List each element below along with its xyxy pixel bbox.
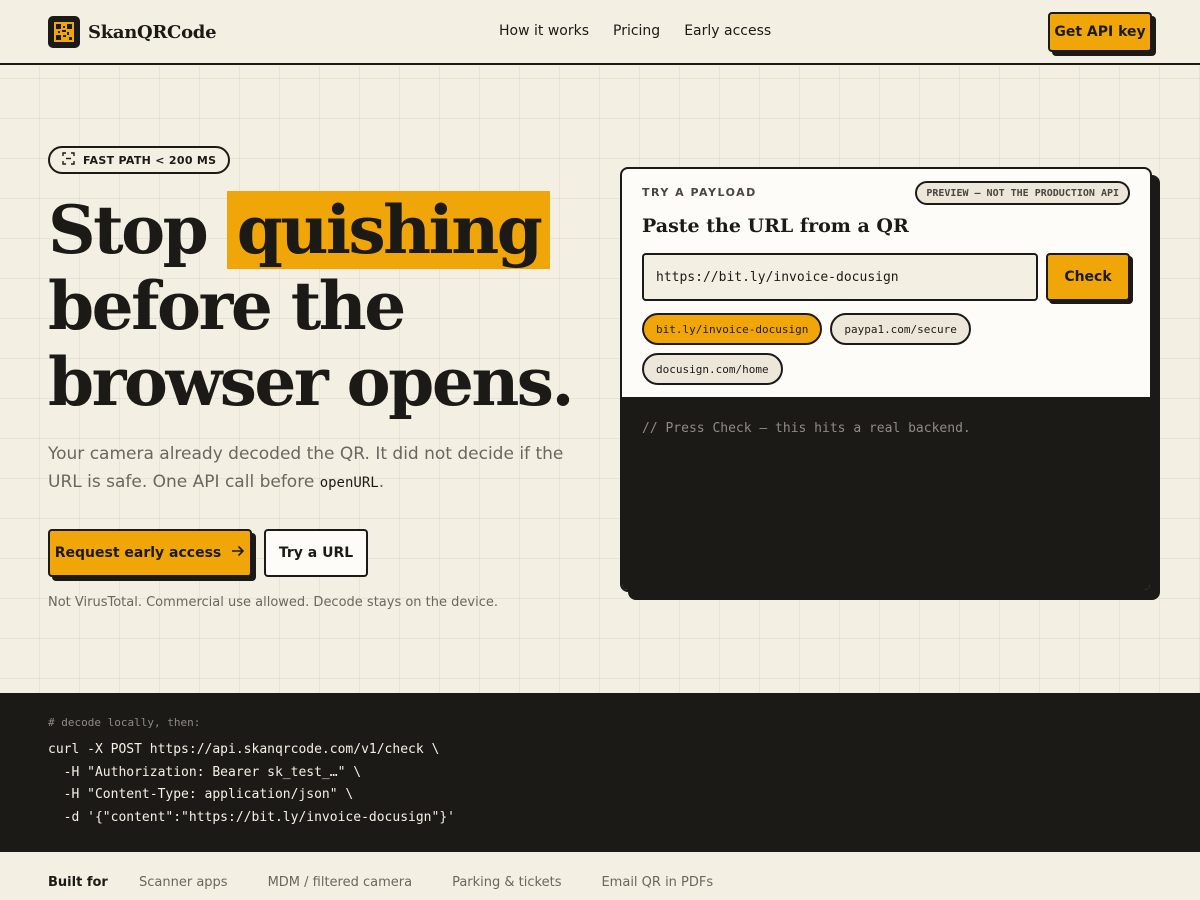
try-payload-panel: TRY A PAYLOAD PREVIEW — NOT THE PRODUCTI… <box>620 167 1152 592</box>
code-line: -d '{"content":"https://bit.ly/invoice-d… <box>48 809 455 825</box>
chip-docusign-home[interactable]: docusign.com/home <box>642 353 783 385</box>
output-comment: // Press Check — this hits a real backen… <box>642 421 971 436</box>
check-button[interactable]: Check <box>1046 253 1130 301</box>
brand[interactable]: SkanQRCode <box>48 16 217 48</box>
lede-end: . <box>378 472 385 492</box>
badge-text: FAST PATH < 200 MS <box>83 153 217 167</box>
lede-code: openURL <box>319 475 379 491</box>
site-header: SkanQRCode How it works Pricing Early ac… <box>0 0 1200 65</box>
panel-label: TRY A PAYLOAD <box>642 186 757 199</box>
built-for-label: Built for <box>48 875 108 890</box>
chip-paypa1-secure[interactable]: paypa1.com/secure <box>830 313 971 345</box>
hero-section: FAST PATH < 200 MS Stop quishing before … <box>0 66 1200 693</box>
hero-footnote: Not VirusTotal. Commercial use allowed. … <box>48 595 498 610</box>
arrow-right-icon <box>231 545 245 561</box>
built-for-item: Scanner apps <box>139 875 228 890</box>
code-line: -H "Authorization: Bearer sk_test_…" \ <box>48 764 362 780</box>
code-line: curl -X POST https://api.skanqrcode.com/… <box>48 742 440 757</box>
brand-name: SkanQRCode <box>88 21 217 43</box>
headline-highlight: quishing <box>226 191 551 269</box>
headline-line-3: browser opens. <box>48 343 574 421</box>
chip-bitly-invoice[interactable]: bit.ly/invoice-docusign <box>642 313 823 345</box>
built-for-item: Email QR in PDFs <box>601 875 714 890</box>
hero-lede: Your camera already decoded the QR. It d… <box>48 440 568 497</box>
get-api-key-button[interactable]: Get API key <box>1048 12 1152 52</box>
example-chips: bit.ly/invoice-docusign paypa1.com/secur… <box>642 313 1002 385</box>
main-nav: How it works Pricing Early access <box>499 23 771 39</box>
headline-line-2: before the <box>48 267 406 345</box>
result-output: // Press Check — this hits a real backen… <box>622 397 1150 590</box>
hero-headline: Stop quishing before the browser opens. <box>48 191 588 421</box>
nav-how-it-works[interactable]: How it works <box>499 23 589 39</box>
curl-example: # decode locally, then: curl -X POST htt… <box>0 693 1200 851</box>
code-comment: # decode locally, then: <box>48 716 201 729</box>
scan-frame-icon <box>62 152 75 168</box>
code-line: -H "Content-Type: application/json" \ <box>48 787 354 802</box>
preview-badge: PREVIEW — NOT THE PRODUCTION API <box>915 181 1130 205</box>
built-for-list: Scanner apps MDM / filtered camera Parki… <box>139 875 713 890</box>
nav-early-access[interactable]: Early access <box>684 23 771 39</box>
nav-pricing[interactable]: Pricing <box>613 23 660 39</box>
fast-path-badge: FAST PATH < 200 MS <box>48 146 231 174</box>
qr-logo-icon <box>48 16 80 48</box>
headline-pre: Stop <box>48 191 227 269</box>
request-early-access-button[interactable]: Request early access <box>48 529 252 577</box>
panel-form: TRY A PAYLOAD PREVIEW — NOT THE PRODUCTI… <box>622 169 1150 397</box>
lede-text: Your camera already decoded the QR. It d… <box>48 444 564 492</box>
code-block: curl -X POST https://api.skanqrcode.com/… <box>48 739 455 829</box>
built-for-item: MDM / filtered camera <box>267 875 413 890</box>
built-for-item: Parking & tickets <box>452 875 562 890</box>
primary-cta-label: Request early access <box>54 545 222 561</box>
url-input[interactable] <box>642 253 1038 301</box>
built-for-strip: Built for Scanner apps MDM / filtered ca… <box>0 851 1200 900</box>
panel-title: Paste the URL from a QR <box>642 215 909 237</box>
try-a-url-button[interactable]: Try a URL <box>264 529 368 577</box>
